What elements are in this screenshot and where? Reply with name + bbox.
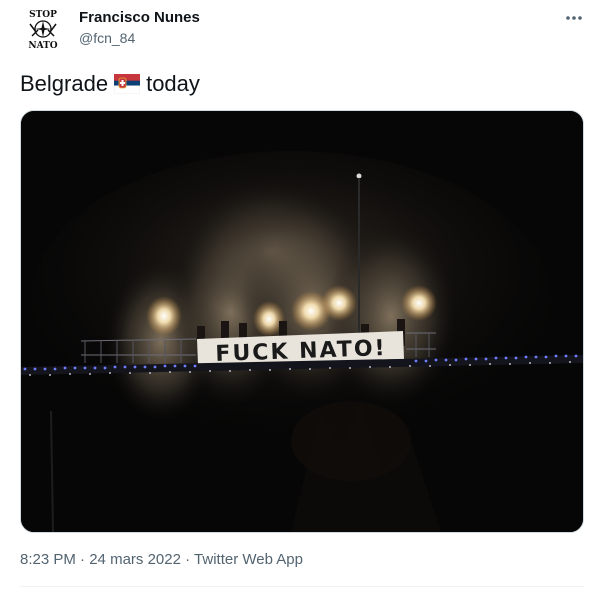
display-name[interactable]: Francisco Nunes — [79, 9, 200, 27]
photo-bridge-flares: FUCK NATO! — [21, 111, 583, 532]
tweet-meta: 8:23 PM · 24 mars 2022 · Twitter Web App — [20, 550, 303, 570]
user-handle[interactable]: @fcn_84 — [79, 29, 200, 47]
more-options-icon — [566, 16, 582, 20]
tweet-source[interactable]: Twitter Web App — [194, 551, 303, 568]
tweet-photo[interactable]: FUCK NATO! — [20, 110, 584, 533]
stop-nato-logo-icon: STOP NATO — [28, 10, 57, 50]
divider — [20, 586, 584, 587]
svg-text:NATO: NATO — [28, 41, 57, 50]
meta-separator-1: · — [80, 551, 86, 568]
meta-separator-2: · — [185, 551, 191, 568]
tweet-date[interactable]: 24 mars 2022 — [89, 551, 181, 568]
tweet-header: STOP NATO Francisco Nunes @fcn_84 — [20, 8, 586, 52]
tweet-card: STOP NATO Francisco Nunes @fcn_84 Belgra… — [0, 0, 601, 593]
avatar[interactable]: STOP NATO — [20, 8, 66, 50]
author-names: Francisco Nunes @fcn_84 — [79, 9, 200, 47]
svg-text:STOP: STOP — [29, 10, 57, 20]
more-options-button[interactable] — [562, 8, 586, 28]
tweet-text-after: today — [146, 71, 200, 96]
tweet-time[interactable]: 8:23 PM — [20, 551, 76, 568]
serbia-flag-icon — [114, 74, 141, 94]
tweet-text-before: Belgrade — [20, 71, 109, 96]
tweet-text: Belgrade today — [20, 70, 200, 98]
